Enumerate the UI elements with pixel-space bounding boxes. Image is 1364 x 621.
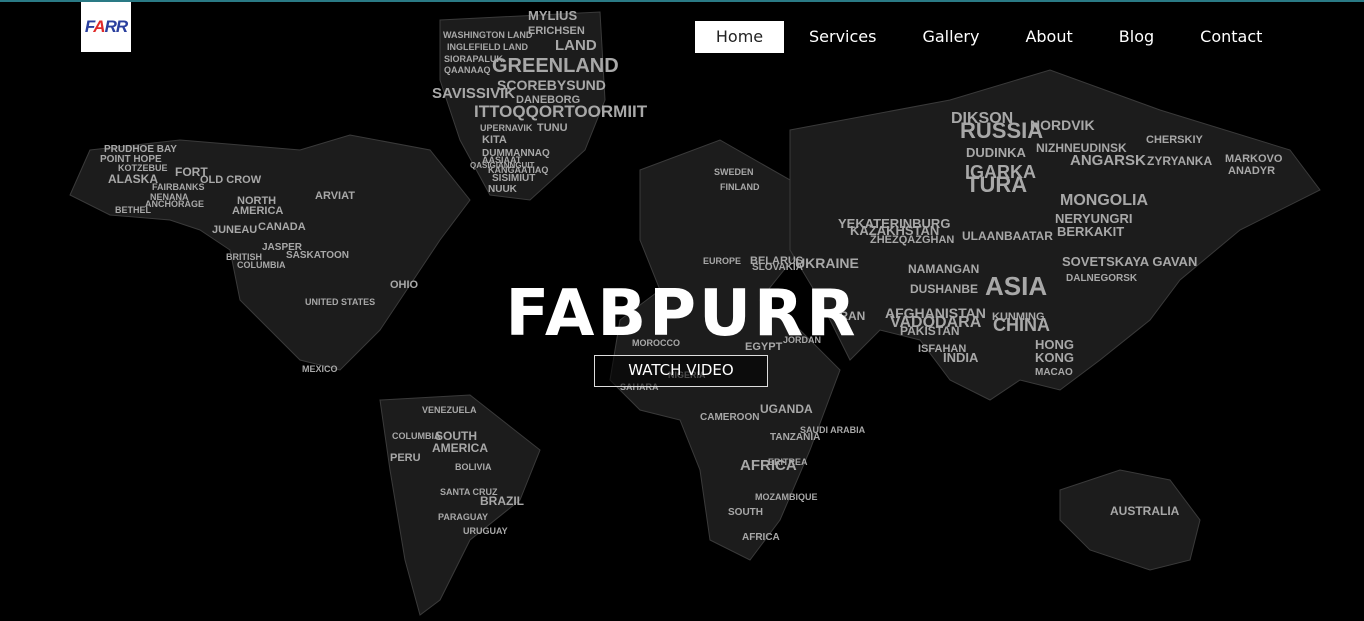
map-label: SLOVAKIA xyxy=(752,262,803,273)
hero-stage: MYLIUS ERICHSEN LAND WASHINGTON LAND INGLEFI… xyxy=(0,0,1364,621)
map-label: UPERNAVIK xyxy=(480,123,533,133)
nav-blog[interactable]: Blog xyxy=(1119,21,1154,53)
map-label: SASKATOON xyxy=(286,250,349,261)
map-label: CANADA xyxy=(258,221,306,233)
map-label: ERITREA xyxy=(768,457,808,467)
map-label: ITTOQQORTOORMIIT xyxy=(474,102,648,121)
logo-wordmark: FARR xyxy=(84,17,128,36)
map-label: ANCHORAGE xyxy=(145,199,204,209)
map-label: SANTA CRUZ xyxy=(440,487,498,497)
map-label: TURA xyxy=(966,172,1027,197)
map-label: SAUDI ARABIA xyxy=(800,425,866,435)
map-label: SOUTH xyxy=(728,507,763,518)
map-label: MONGOLIA xyxy=(1060,192,1148,209)
map-label: PARAGUAY xyxy=(438,512,488,522)
map-label: TUNU xyxy=(537,122,568,134)
map-label: AFRICA xyxy=(742,532,780,543)
nav-services[interactable]: Services xyxy=(809,21,876,53)
map-label: PERU xyxy=(390,452,421,464)
map-label: MOZAMBIQUE xyxy=(755,492,818,502)
map-label: KITA xyxy=(482,134,507,146)
main-nav: Home Services Gallery About Blog Contact xyxy=(695,21,1262,53)
map-label: EUROPE xyxy=(703,256,741,266)
map-label: MARKOVO xyxy=(1225,153,1283,165)
map-label: INGLEFIELD LAND xyxy=(447,42,528,52)
map-label: VENEZUELA xyxy=(422,405,477,415)
map-label: SWEDEN xyxy=(714,167,754,177)
map-label: NORDVIK xyxy=(1030,117,1095,133)
nav-home[interactable]: Home xyxy=(695,21,784,53)
map-label: MEXICO xyxy=(302,364,338,374)
map-label: AMERICA xyxy=(232,205,283,217)
map-label: AMERICA xyxy=(432,441,488,455)
map-label: ARVIAT xyxy=(315,190,355,202)
map-label: AASIAAT xyxy=(482,155,522,165)
map-label: JUNEAU xyxy=(212,224,257,236)
map-label: ALASKA xyxy=(108,172,158,186)
map-label: MACAO xyxy=(1035,367,1073,378)
nav-about[interactable]: About xyxy=(1025,21,1072,53)
map-label: SISIMIUT xyxy=(492,173,535,184)
map-label: ZYRYANKA xyxy=(1147,154,1212,168)
map-label: COLUMBIA xyxy=(237,260,286,270)
map-label: WASHINGTON LAND xyxy=(443,30,533,40)
map-label: BOLIVIA xyxy=(455,462,492,472)
map-label: SOVETSKAYA GAVAN xyxy=(1062,254,1197,269)
map-label: ULAANBAATAR xyxy=(962,229,1053,243)
map-label: CHERSKIY xyxy=(1146,134,1204,146)
map-label: COLUMBIA xyxy=(392,431,441,441)
map-label: QAANAAQ xyxy=(444,65,491,75)
map-label: URUGUAY xyxy=(463,526,508,536)
map-label: GREENLAND xyxy=(492,55,619,77)
nav-contact[interactable]: Contact xyxy=(1200,21,1262,53)
map-label: FORT xyxy=(175,165,208,179)
site-logo[interactable]: FARR xyxy=(81,2,131,52)
map-label: ERICHSEN xyxy=(528,25,585,37)
map-label: BERKAKIT xyxy=(1057,224,1124,239)
map-label: ANGARSK xyxy=(1070,152,1146,169)
australia-shape xyxy=(1059,469,1201,571)
map-label: NAMANGAN xyxy=(908,262,979,276)
map-label: MYLIUS xyxy=(528,8,577,23)
map-label: ANADYR xyxy=(1228,165,1275,177)
map-label: FAIRBANKS xyxy=(152,182,205,192)
map-label: CAMEROON xyxy=(700,412,759,423)
nav-gallery[interactable]: Gallery xyxy=(922,21,979,53)
map-label: BETHEL xyxy=(115,205,152,215)
map-label: KONG xyxy=(1035,350,1074,365)
map-label: SCOREBYSUND xyxy=(497,77,606,93)
map-label: OLD CROW xyxy=(200,174,262,186)
map-label: UGANDA xyxy=(760,402,813,416)
map-label: DUDINKA xyxy=(966,145,1027,160)
map-label: LAND xyxy=(555,37,597,54)
map-label: FINLAND xyxy=(720,182,760,192)
map-label: YEKATERINBURG xyxy=(838,216,950,231)
watch-video-button[interactable]: WATCH VIDEO xyxy=(594,355,768,387)
map-label: ZHEZQAZGHAN xyxy=(870,234,954,246)
map-label: AUSTRALIA xyxy=(1110,504,1180,518)
map-label: UKRAINE xyxy=(795,255,859,271)
map-label: NUUK xyxy=(488,184,518,195)
hero-title: FABPURR xyxy=(505,277,859,351)
